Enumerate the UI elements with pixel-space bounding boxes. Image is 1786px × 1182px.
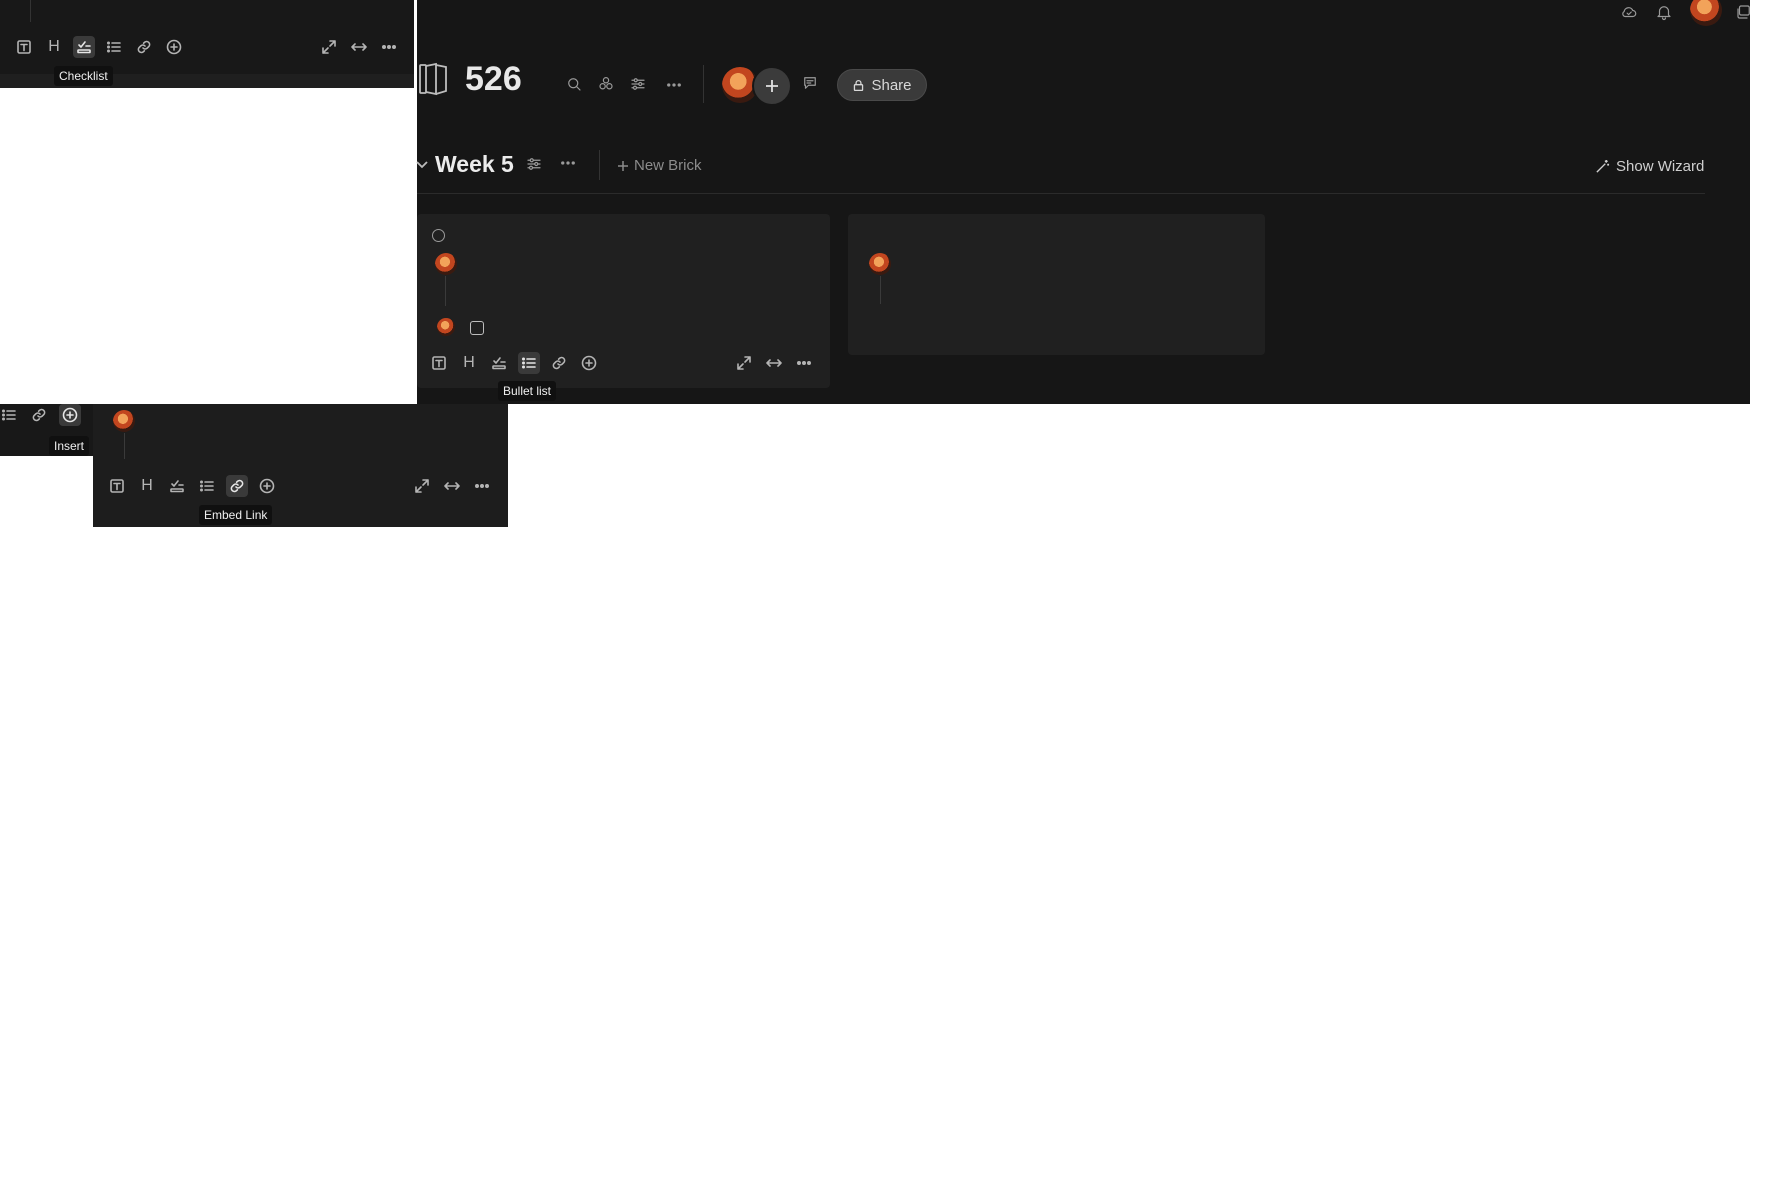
show-wizard-label: Show Wizard	[1616, 158, 1705, 175]
brick-author-avatar	[435, 253, 457, 275]
insert-icon[interactable]	[59, 404, 81, 426]
width-icon[interactable]	[763, 352, 785, 374]
brick-card[interactable]	[848, 214, 1265, 355]
item-avatar	[437, 318, 455, 336]
thread-line	[880, 276, 881, 304]
bullet-list-icon[interactable]	[518, 352, 540, 374]
chevron-down-icon[interactable]	[414, 156, 430, 172]
status-circle-icon[interactable]	[432, 229, 445, 242]
insert-icon[interactable]	[163, 36, 185, 58]
link-icon[interactable]	[133, 36, 155, 58]
insert-icon[interactable]	[578, 352, 600, 374]
more-icon[interactable]	[378, 36, 400, 58]
section-underline	[417, 193, 1705, 194]
expand-icon[interactable]	[411, 475, 433, 497]
cloud-icon[interactable]	[1617, 0, 1641, 24]
width-icon[interactable]	[441, 475, 463, 497]
share-label: Share	[871, 76, 912, 94]
more-icon[interactable]	[793, 352, 815, 374]
section-settings-icon[interactable]	[522, 152, 546, 176]
embed-toolbar-snippet	[93, 404, 508, 527]
expand-icon[interactable]	[733, 352, 755, 374]
board-title: 526	[465, 60, 522, 98]
more-icon[interactable]	[662, 73, 686, 97]
heading-icon[interactable]: H	[458, 352, 480, 374]
width-icon[interactable]	[348, 36, 370, 58]
checklist-tooltip: Checklist	[54, 66, 113, 86]
bell-icon[interactable]	[1652, 0, 1676, 24]
new-brick-label: New Brick	[634, 157, 702, 174]
more-icon[interactable]	[471, 475, 493, 497]
expand-icon[interactable]	[318, 36, 340, 58]
header-divider	[703, 65, 704, 103]
thread-line	[124, 433, 125, 459]
checklist-icon[interactable]	[166, 475, 188, 497]
new-brick-button[interactable]: New Brick	[617, 157, 702, 174]
section-more-icon[interactable]	[556, 151, 580, 175]
bullet-list-icon[interactable]	[0, 404, 20, 426]
text-icon[interactable]	[106, 475, 128, 497]
checklist-icon[interactable]	[73, 36, 95, 58]
brick-author-avatar	[113, 410, 135, 432]
plus-icon	[618, 160, 628, 171]
lock-icon	[854, 79, 864, 91]
add-member-button[interactable]	[752, 66, 792, 106]
windows-icon[interactable]	[1732, 0, 1756, 24]
section-title[interactable]: Week 5	[435, 151, 514, 178]
wand-icon	[1596, 159, 1610, 173]
section-divider	[599, 150, 600, 180]
link-icon[interactable]	[548, 352, 570, 374]
blank-area	[0, 88, 414, 404]
plus-icon	[766, 80, 778, 92]
bullet-list-icon[interactable]	[196, 475, 218, 497]
embed-link-tooltip: Embed Link	[199, 505, 273, 525]
heading-icon[interactable]: H	[43, 36, 65, 58]
apps-icon[interactable]	[594, 72, 618, 96]
insert-tooltip: Insert	[49, 436, 90, 456]
checklist-checkbox[interactable]	[470, 321, 484, 335]
link-icon[interactable]	[28, 404, 50, 426]
sliders-icon[interactable]	[626, 72, 650, 96]
text-icon[interactable]	[428, 352, 450, 374]
link-icon[interactable]	[226, 475, 248, 497]
thread-line	[445, 276, 446, 306]
bullet-list-icon[interactable]	[103, 36, 125, 58]
text-icon[interactable]	[13, 36, 35, 58]
search-icon[interactable]	[562, 72, 586, 96]
checklist-icon[interactable]	[488, 352, 510, 374]
board-icon	[418, 62, 448, 96]
panel-edge-line	[30, 0, 31, 22]
share-button[interactable]: Share	[837, 69, 927, 101]
show-wizard-button[interactable]: Show Wizard	[1595, 158, 1704, 175]
brick-author-avatar	[869, 253, 891, 275]
insert-icon[interactable]	[256, 475, 278, 497]
comments-icon[interactable]	[798, 71, 822, 95]
bullet-list-tooltip: Bullet list	[498, 381, 557, 401]
heading-icon[interactable]: H	[136, 475, 158, 497]
